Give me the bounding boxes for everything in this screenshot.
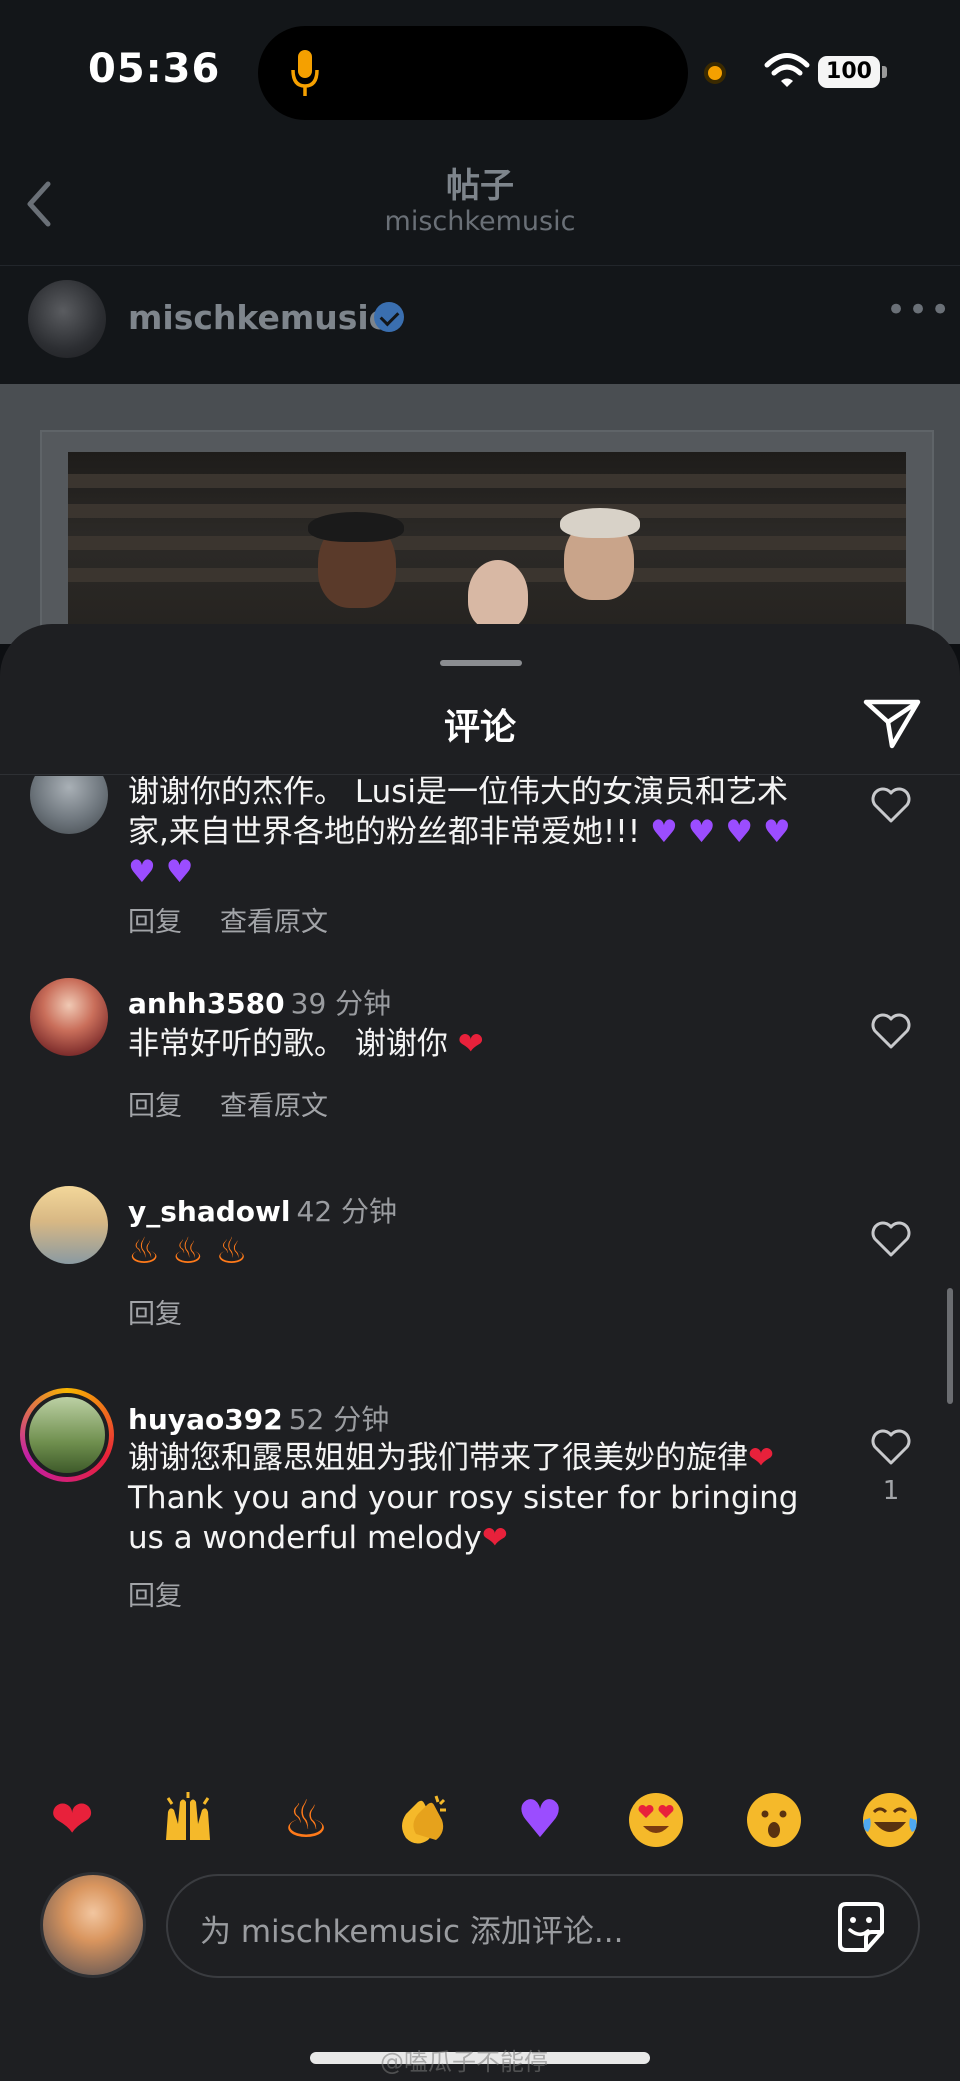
more-icon[interactable]: ••• [886, 290, 952, 330]
comment-text-body: 谢谢你的杰作。 Lusi是一位伟大的女演员和艺术家,来自世界各地的粉丝都非常爱她… [128, 776, 791, 890]
battery-tip [882, 66, 887, 78]
dynamic-island [258, 26, 688, 120]
battery-icon: 100 [818, 56, 880, 88]
comment-avatar-story-ring[interactable] [20, 1388, 114, 1482]
heart-icon[interactable] [870, 1220, 912, 1258]
comment-actions: 回复 查看原文 [128, 900, 328, 939]
like-count: 1 [882, 1476, 900, 1506]
page-subtitle: mischkemusic [384, 206, 576, 237]
author-username[interactable]: mischkemusic [128, 298, 388, 337]
heart-icon[interactable] [870, 1012, 912, 1050]
status-bar: 05:36 100 [0, 0, 960, 140]
comment-username[interactable]: huyao392 [128, 1403, 283, 1436]
sheet-title: 评论 [443, 707, 516, 748]
see-original-button[interactable]: 查看原文 [220, 907, 328, 938]
send-icon[interactable] [862, 696, 922, 750]
comments-sheet: 评论 谢谢你的杰作。 Lusi是一位伟大的女演员和艺术家,来自世界各地的粉丝都非… [0, 624, 960, 2081]
current-user-avatar[interactable] [40, 1872, 146, 1978]
emoji-red-heart[interactable]: ❤ [32, 1780, 112, 1860]
reply-button[interactable]: 回复 [128, 907, 182, 938]
see-original-button[interactable]: 查看原文 [220, 1091, 328, 1122]
top-navigation: 帖子 mischkemusic [0, 140, 960, 266]
comment-time: 52 分钟 [288, 1403, 390, 1436]
status-time: 05:36 [88, 46, 221, 92]
emoji-tears-of-joy[interactable] [850, 1780, 930, 1860]
emoji-surprised[interactable] [734, 1780, 814, 1860]
heart-icon[interactable] [870, 1428, 912, 1466]
sheet-grabber[interactable] [440, 660, 522, 666]
wifi-icon [764, 53, 810, 87]
comment-input[interactable]: 为 mischkemusic 添加评论... [166, 1874, 920, 1978]
comment-username[interactable]: y_shadowl [128, 1195, 291, 1228]
comment-time: 42 分钟 [296, 1195, 398, 1228]
comment-header: y_shadowl 42 分钟 [128, 1190, 397, 1230]
comment-input-placeholder: 为 mischkemusic 添加评论... [200, 1914, 624, 1950]
post-author-row: mischkemusic ••• [0, 266, 960, 384]
emoji-raising-hands[interactable] [148, 1780, 228, 1860]
emoji-heart-eyes[interactable] [616, 1780, 696, 1860]
heart-icon[interactable] [870, 786, 912, 824]
comment-actions: 回复 [128, 1292, 182, 1331]
sticker-icon[interactable] [832, 1898, 890, 1956]
comment-text: ♨ ♨ ♨ [128, 1231, 248, 1272]
sheet-divider [0, 774, 960, 775]
emoji-clapping-hands[interactable] [382, 1780, 462, 1860]
page-title: 帖子 [446, 166, 514, 206]
comment-avatar[interactable] [30, 776, 108, 834]
comment-header: anhh3580 39 分钟 [128, 982, 391, 1022]
comment-avatar[interactable] [30, 1186, 108, 1264]
author-avatar[interactable] [28, 280, 106, 358]
reply-button[interactable]: 回复 [128, 1581, 182, 1612]
comment-text: 谢谢你的杰作。 Lusi是一位伟大的女演员和艺术家,来自世界各地的粉丝都非常爱她… [128, 776, 828, 892]
comment-avatar[interactable] [30, 978, 108, 1056]
comment-text: 谢谢您和露思姐姐为我们带来了很美妙的旋律❤Thank you and your … [128, 1440, 799, 1556]
recording-indicator [704, 62, 726, 84]
comment-text: 非常好听的歌。 谢谢你 ❤ [128, 1026, 484, 1062]
comment-time: 39 分钟 [290, 987, 392, 1020]
emoji-purple-heart[interactable]: ♥ [500, 1780, 580, 1860]
mic-icon [291, 50, 319, 96]
verified-icon [374, 302, 404, 332]
comment-actions: 回复 [128, 1574, 182, 1613]
reply-button[interactable]: 回复 [128, 1299, 182, 1330]
comment-header: huyao392 52 分钟 [128, 1398, 389, 1438]
comment-actions: 回复 查看原文 [128, 1084, 328, 1123]
emoji-fire[interactable]: ♨ [266, 1780, 346, 1860]
comment-username[interactable]: anhh3580 [128, 987, 285, 1020]
emoji-reaction-bar: ❤ ♨ ♥ [0, 1772, 960, 1882]
scrollbar[interactable] [947, 1288, 953, 1404]
reply-button[interactable]: 回复 [128, 1091, 182, 1122]
comments-list: 谢谢你的杰作。 Lusi是一位伟大的女演员和艺术家,来自世界各地的粉丝都非常爱她… [0, 776, 960, 1886]
watermark: @嗑瓜子不能停 [380, 2048, 548, 2076]
